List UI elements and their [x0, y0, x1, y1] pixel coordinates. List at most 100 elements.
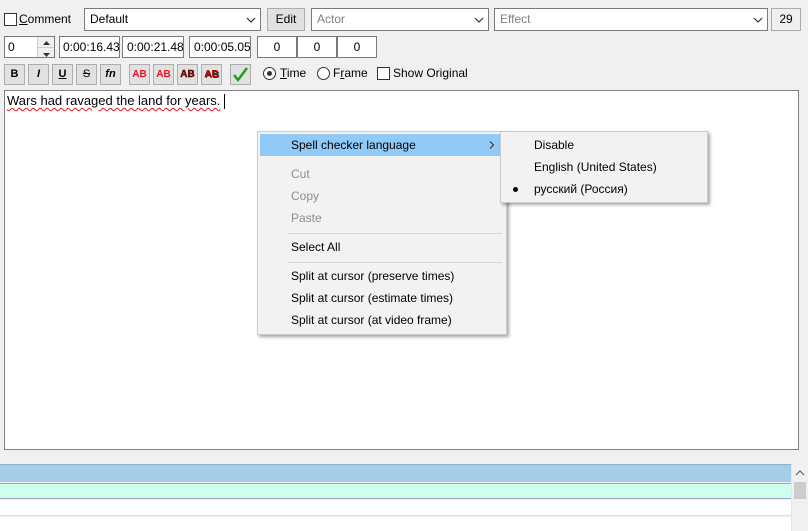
char-count: 29 — [771, 8, 801, 31]
table-row[interactable] — [0, 500, 791, 516]
actor-select[interactable]: Actor — [311, 8, 489, 31]
menu-item-copy[interactable]: Copy — [260, 185, 504, 207]
underline-label: U — [58, 68, 67, 80]
style-select-value: Default — [90, 12, 129, 26]
menu-item-label: English (United States) — [534, 160, 657, 174]
primary-color-label: AB — [132, 69, 147, 80]
scrollbar-thumb[interactable] — [794, 482, 806, 499]
comment-label-accel: C — [19, 12, 28, 26]
effect-placeholder: Effect — [500, 12, 531, 26]
margin-right-field[interactable]: 0 — [297, 36, 337, 58]
menu-item-label: русский (Россия) — [534, 182, 628, 196]
char-count-value: 29 — [779, 12, 793, 26]
chevron-right-icon — [489, 141, 494, 149]
table-row[interactable] — [0, 483, 791, 499]
show-original-checkbox[interactable] — [377, 67, 390, 80]
font-button[interactable]: fn — [100, 64, 121, 85]
primary-color-button[interactable]: AB — [129, 64, 150, 85]
start-time-field[interactable]: 0:00:16.43 — [59, 36, 120, 58]
margin-vert-field[interactable]: 0 — [337, 36, 377, 58]
menu-item-label: Select All — [291, 240, 341, 254]
context-menu: Spell checker language Cut Copy Paste Se… — [257, 131, 507, 335]
comment-label[interactable]: Comment — [19, 12, 71, 26]
edit-style-button-label: Edit — [275, 12, 297, 26]
table-row[interactable] — [0, 517, 791, 531]
menu-item-paste[interactable]: Paste — [260, 207, 504, 229]
secondary-color-button[interactable]: AB — [153, 64, 174, 85]
time-radio-dot — [267, 71, 272, 76]
time-label-rest: ime — [286, 66, 307, 80]
layer-spinner-down[interactable] — [37, 47, 54, 57]
spinner-down-icon — [43, 53, 50, 57]
menu-item-split-preserve[interactable]: Split at cursor (preserve times) — [260, 265, 504, 287]
strikeout-button[interactable]: S — [76, 64, 97, 85]
grid-scrollbar[interactable] — [791, 464, 808, 531]
italic-label: I — [36, 68, 41, 80]
time-label[interactable]: Time — [280, 66, 306, 80]
spell-language-submenu: Disable English (United States) русский … — [500, 131, 708, 203]
menu-item-label: Split at cursor (preserve times) — [291, 269, 455, 283]
effect-select[interactable]: Effect — [494, 8, 768, 31]
menu-separator — [288, 233, 502, 234]
commit-button[interactable] — [230, 64, 251, 85]
menu-item-english-us[interactable]: English (United States) — [503, 156, 705, 178]
show-original-label[interactable]: Show Original — [393, 66, 468, 80]
underline-button[interactable]: U — [52, 64, 73, 85]
time-radio[interactable] — [263, 67, 276, 80]
duration-value: 0:00:05.05 — [194, 40, 251, 54]
menu-item-select-all[interactable]: Select All — [260, 236, 504, 258]
menu-item-label: Disable — [534, 138, 575, 152]
menu-item-split-frame[interactable]: Split at cursor (at video frame) — [260, 309, 504, 331]
checkmark-icon — [233, 67, 248, 82]
margin-left-value: 0 — [273, 40, 281, 54]
menu-item-label: Split at cursor (estimate times) — [291, 291, 454, 305]
margin-vert-value: 0 — [353, 40, 361, 54]
italic-button[interactable]: I — [28, 64, 49, 85]
subtitle-text: Wars had ravaged the land for years. — [7, 93, 221, 108]
duration-field[interactable]: 0:00:05.05 — [189, 36, 251, 58]
menu-item-label: Copy — [291, 189, 320, 203]
chevron-down-icon — [246, 17, 256, 23]
font-label: fn — [105, 68, 116, 80]
comment-checkbox[interactable] — [4, 13, 17, 26]
selected-bullet-icon — [513, 187, 518, 192]
menu-item-cut[interactable]: Cut — [260, 163, 504, 185]
menu-item-label: Paste — [291, 211, 322, 225]
menu-item-label: Split at cursor (at video frame) — [291, 313, 452, 327]
outline-color-label: AB — [180, 69, 195, 80]
menu-item-spell-checker-language[interactable]: Spell checker language — [260, 134, 504, 156]
shadow-color-button[interactable]: AB — [201, 64, 222, 85]
margin-right-value: 0 — [313, 40, 321, 54]
layer-value: 0 — [8, 40, 15, 54]
end-time-value: 0:00:21.48 — [127, 40, 184, 54]
frame-label[interactable]: Frame — [333, 66, 368, 80]
menu-item-russian[interactable]: русский (Россия) — [503, 178, 705, 200]
scroll-up-icon — [795, 470, 805, 476]
menu-item-label: Spell checker language — [291, 138, 416, 152]
frame-label-rest: ame — [344, 66, 368, 80]
comment-label-rest: omment — [27, 12, 72, 26]
outline-color-button[interactable]: AB — [177, 64, 198, 85]
layer-spinner-up[interactable] — [37, 37, 54, 47]
time-label-accel: T — [280, 66, 287, 80]
text-caret — [224, 94, 225, 109]
margin-left-field[interactable]: 0 — [257, 36, 297, 58]
actor-placeholder: Actor — [317, 12, 346, 26]
edit-style-button[interactable]: Edit — [267, 8, 305, 31]
chevron-down-icon — [753, 17, 763, 23]
end-time-field[interactable]: 0:00:21.48 — [122, 36, 184, 58]
secondary-color-label: AB — [156, 69, 171, 80]
strikeout-label: S — [82, 68, 91, 80]
bold-button[interactable]: B — [4, 64, 25, 85]
menu-item-split-estimate[interactable]: Split at cursor (estimate times) — [260, 287, 504, 309]
table-row[interactable] — [0, 464, 791, 482]
menu-item-disable[interactable]: Disable — [503, 134, 705, 156]
shadow-color-label: AB — [204, 69, 219, 80]
start-time-value: 0:00:16.43 — [63, 40, 120, 54]
menu-separator — [288, 262, 502, 263]
menu-item-label: Cut — [291, 167, 310, 181]
chevron-down-icon — [474, 17, 484, 23]
frame-radio[interactable] — [317, 67, 330, 80]
style-select[interactable]: Default — [84, 8, 261, 31]
bold-label: B — [10, 68, 19, 80]
